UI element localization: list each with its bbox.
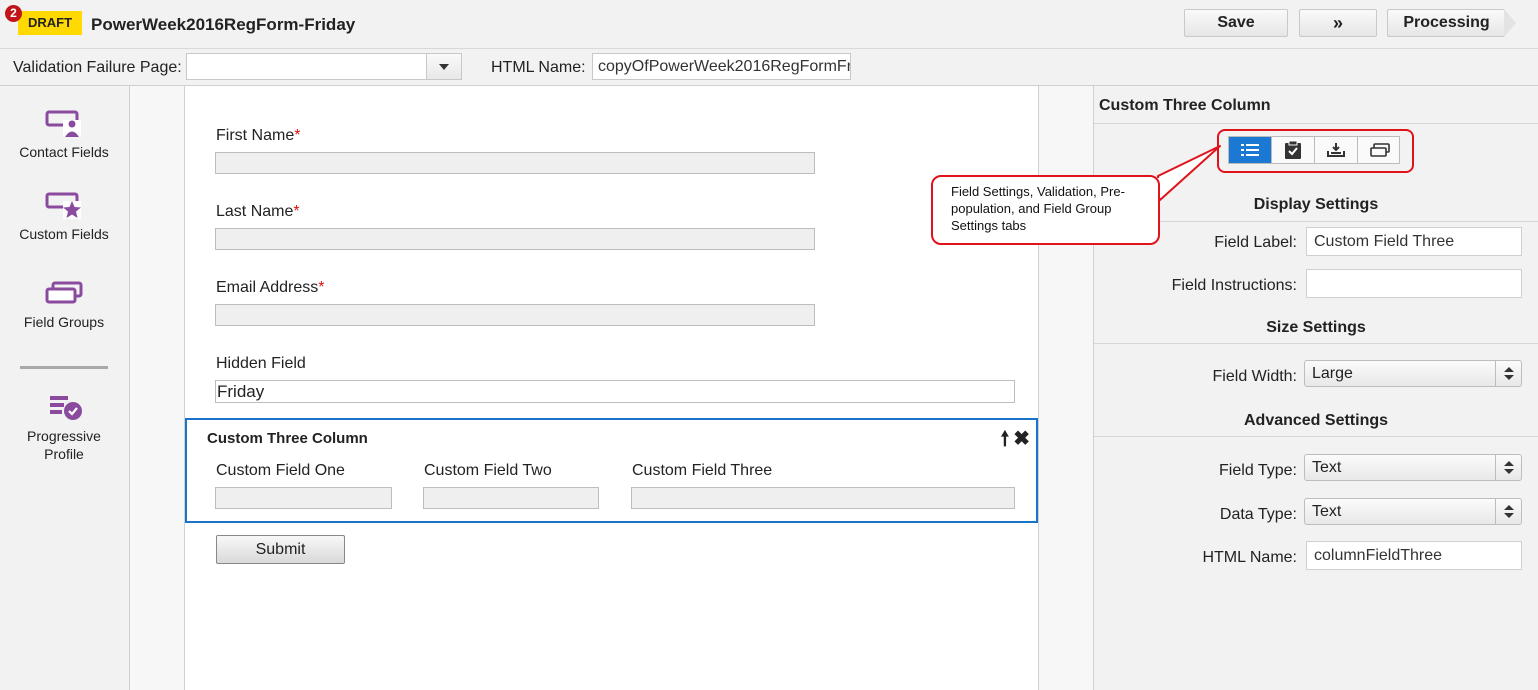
callout-pointer xyxy=(1150,145,1221,201)
sidebar-item-label: Contact Fields xyxy=(19,144,109,160)
field-width-value: Large xyxy=(1312,365,1353,382)
move-up-icon[interactable]: 🠕 xyxy=(1001,428,1010,450)
column-label-one[interactable]: Custom Field One xyxy=(216,462,345,480)
field-palette-sidebar: Contact Fields Custom Fields Field Group… xyxy=(0,86,130,690)
required-marker: * xyxy=(318,279,325,296)
sidebar-item-progressive-profile[interactable]: Progressive Profile xyxy=(0,393,128,463)
column-html-name-input[interactable]: columnFieldThree xyxy=(1306,541,1522,570)
notification-count-badge[interactable]: 2 xyxy=(5,5,22,22)
field-width-label: Field Width: xyxy=(1212,368,1297,385)
field-instructions-input[interactable] xyxy=(1306,269,1522,298)
validation-failure-select[interactable] xyxy=(186,53,462,80)
chevron-down-icon[interactable] xyxy=(426,54,461,79)
top-bar: 2 DRAFT PowerWeek2016RegForm-Friday Save… xyxy=(0,0,1538,49)
processing-arrow-icon xyxy=(1504,9,1516,37)
size-settings-heading: Size Settings xyxy=(1266,319,1366,336)
field-instructions-label: Field Instructions: xyxy=(1171,277,1297,294)
status-badge: DRAFT xyxy=(18,11,83,35)
select-arrows-icon xyxy=(1495,455,1521,480)
display-settings-heading-text: Display Settings xyxy=(1253,196,1379,213)
column-label-two[interactable]: Custom Field Two xyxy=(424,462,552,480)
sidebar-divider xyxy=(20,366,108,369)
field-label-text: Email Address xyxy=(216,279,319,296)
email-address-field[interactable] xyxy=(215,304,815,326)
column-label-three[interactable]: Custom Field Three xyxy=(632,462,772,480)
sidebar-item-label: Progressive Profile xyxy=(27,428,101,462)
field-label-input[interactable]: Custom Field Three xyxy=(1306,227,1522,256)
field-groups-icon xyxy=(44,280,84,310)
html-name-input[interactable]: copyOfPowerWeek2016RegFormFr xyxy=(592,53,851,80)
panel-divider xyxy=(1094,436,1538,437)
close-icon[interactable]: ✖ xyxy=(1013,428,1030,450)
panel-divider xyxy=(1094,343,1538,344)
data-type-label: Data Type: xyxy=(1219,506,1297,523)
custom-three-column-group[interactable]: Custom Three Column 🠕 ✖ Custom Field One … xyxy=(185,418,1038,523)
sidebar-item-custom-fields[interactable]: Custom Fields xyxy=(0,192,128,242)
data-type-value: Text xyxy=(1312,503,1342,520)
first-name-field[interactable] xyxy=(215,152,815,174)
custom-field-one-input[interactable] xyxy=(215,487,392,509)
field-label-email[interactable]: Email Address* xyxy=(216,279,325,297)
submit-button[interactable]: Submit xyxy=(216,535,345,564)
sidebar-item-contact-fields[interactable]: Contact Fields xyxy=(0,110,128,160)
field-label-hidden[interactable]: Hidden Field xyxy=(216,355,306,373)
custom-field-three-input[interactable] xyxy=(631,487,1015,509)
sidebar-item-label: Custom Fields xyxy=(19,226,109,242)
contact-fields-icon xyxy=(44,110,84,140)
save-button[interactable]: Save xyxy=(1184,9,1288,37)
custom-fields-icon xyxy=(44,192,84,222)
progressive-profile-icon xyxy=(44,393,84,423)
field-label-label: Field Label: xyxy=(1214,234,1297,251)
select-arrows-icon xyxy=(1495,499,1521,524)
field-type-value: Text xyxy=(1312,459,1342,476)
group-tools: 🠕 ✖ xyxy=(997,424,1030,458)
field-type-select[interactable]: Text xyxy=(1304,454,1522,481)
form-canvas: First Name* Last Name* Email Address* Hi… xyxy=(185,86,1039,690)
annotation-callout: Field Settings, Validation, Pre-populati… xyxy=(931,175,1160,245)
panel-divider xyxy=(1094,123,1538,124)
custom-field-two-input[interactable] xyxy=(423,487,599,509)
page-title: PowerWeek2016RegForm-Friday xyxy=(91,15,356,34)
advanced-settings-heading: Advanced Settings xyxy=(1243,412,1389,429)
field-label-last-name[interactable]: Last Name* xyxy=(216,203,300,221)
last-name-field[interactable] xyxy=(215,228,815,250)
canvas-left-gutter xyxy=(130,86,185,690)
select-arrows-icon xyxy=(1495,361,1521,386)
html-name-field-label: HTML Name: xyxy=(1202,549,1297,566)
panel-divider xyxy=(1094,221,1538,222)
more-button[interactable]: » xyxy=(1299,9,1377,37)
field-label-text: First Name xyxy=(216,127,295,144)
field-label-first-name[interactable]: First Name* xyxy=(216,127,300,145)
group-title: Custom Three Column xyxy=(207,430,368,447)
required-marker: * xyxy=(293,203,300,220)
hidden-field-input[interactable]: Friday xyxy=(215,380,1015,403)
processing-button[interactable]: Processing xyxy=(1387,9,1505,37)
validation-failure-label: Validation Failure Page: xyxy=(13,59,182,76)
form-settings-row: Validation Failure Page: HTML Name: copy… xyxy=(0,49,1538,86)
required-marker: * xyxy=(294,127,301,144)
field-type-label: Field Type: xyxy=(1219,462,1297,479)
sidebar-item-field-groups[interactable]: Field Groups xyxy=(0,280,128,330)
html-name-label: HTML Name: xyxy=(491,59,586,76)
sidebar-item-label: Field Groups xyxy=(23,314,105,330)
tabs-annotation-highlight xyxy=(1217,129,1414,173)
panel-title: Custom Three Column xyxy=(1099,97,1271,114)
field-label-text: Last Name xyxy=(216,203,294,220)
field-width-select[interactable]: Large xyxy=(1304,360,1522,387)
data-type-select[interactable]: Text xyxy=(1304,498,1522,525)
